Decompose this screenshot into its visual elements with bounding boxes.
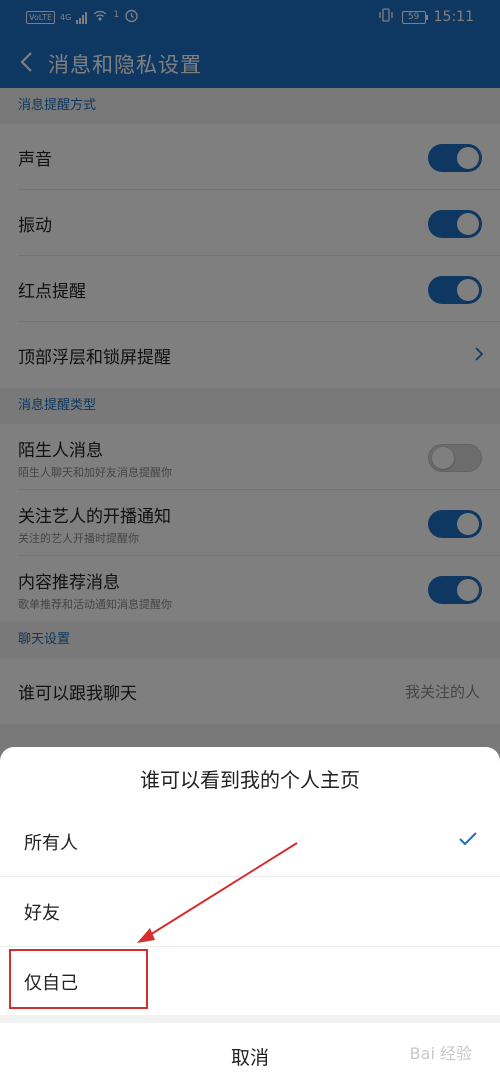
sheet-title: 谁可以看到我的个人主页 bbox=[140, 768, 360, 792]
check-icon bbox=[459, 832, 477, 846]
option-label: 好友 bbox=[24, 903, 60, 924]
option-label: 所有人 bbox=[24, 833, 78, 854]
bottom-sheet: 谁可以看到我的个人主页 所有人 好友 仅自己 取消 bbox=[0, 747, 500, 1084]
annotation-highlight-box bbox=[9, 949, 148, 1009]
option-everyone[interactable]: 所有人 bbox=[0, 807, 500, 877]
watermark: Bai 经验 bbox=[409, 1044, 472, 1063]
option-friends[interactable]: 好友 bbox=[0, 877, 500, 947]
